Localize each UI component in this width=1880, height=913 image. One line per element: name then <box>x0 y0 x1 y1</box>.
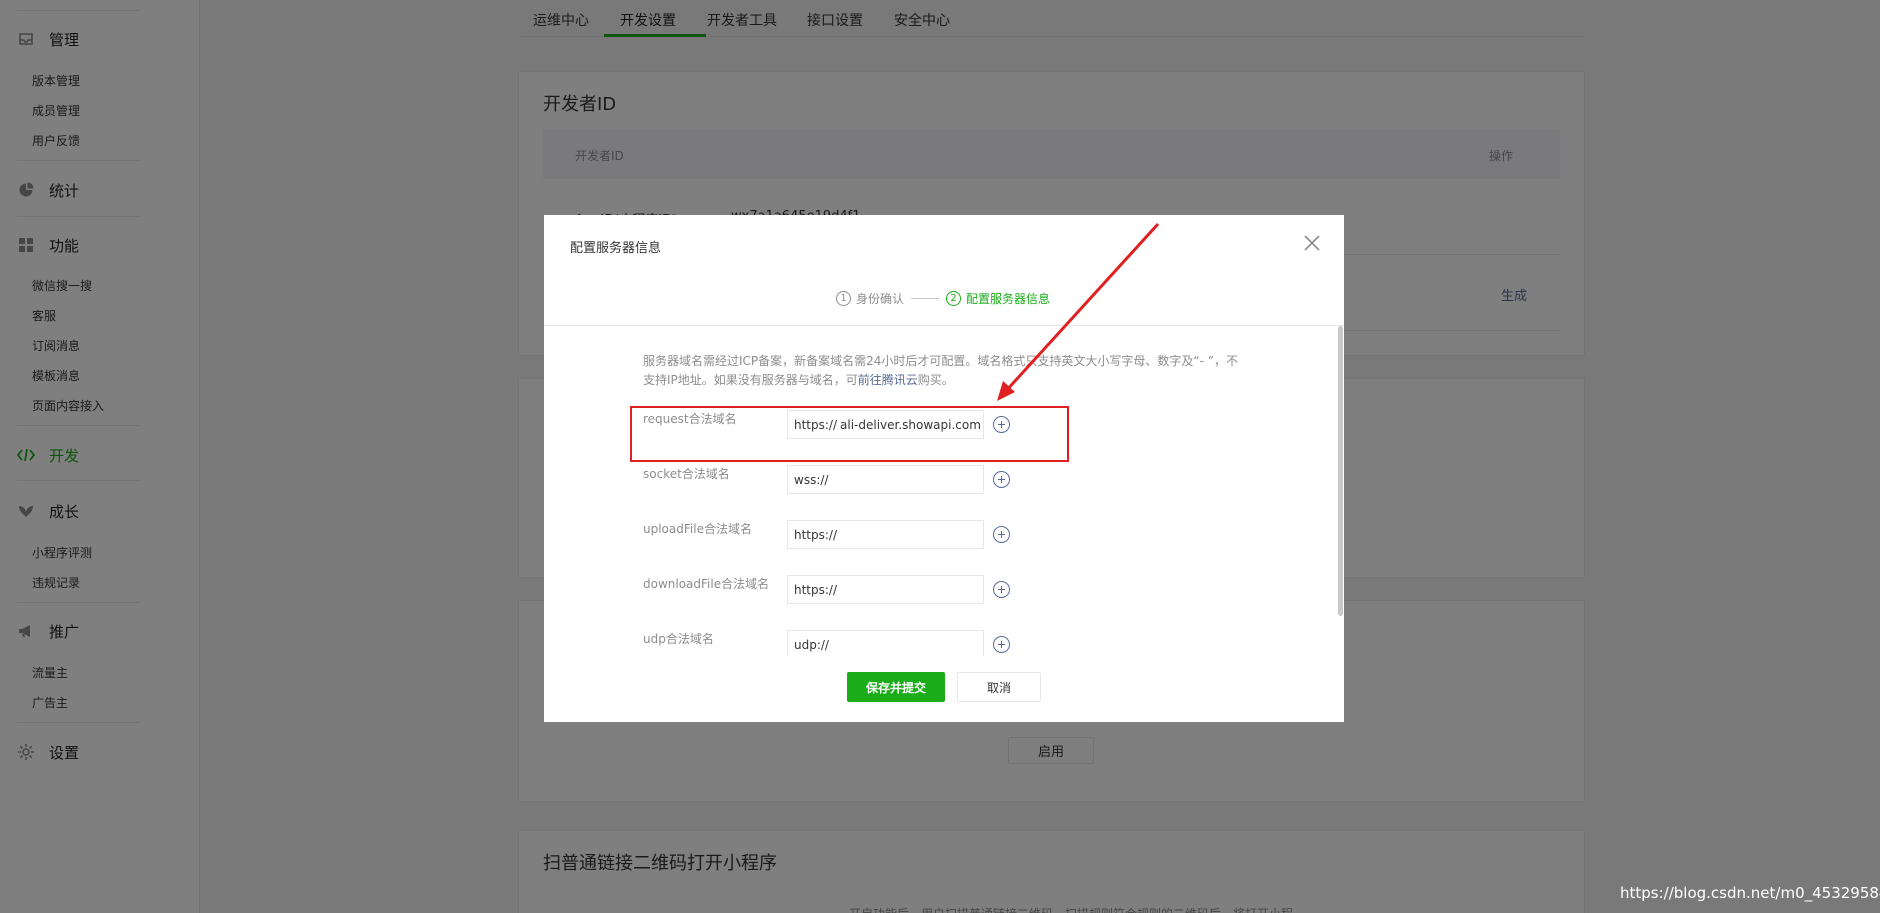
step-server-config: 2 配置服务器信息 <box>946 290 1050 307</box>
form-label: downloadFile合法域名 <box>643 577 770 591</box>
input-prefix: wss:// <box>794 472 829 487</box>
step-indicator: 1 身份确认 2 配置服务器信息 <box>836 290 1050 307</box>
input-prefix: https:// <box>794 527 838 542</box>
input-prefix: https:// <box>794 582 838 597</box>
step-label: 身份确认 <box>856 292 905 306</box>
upload-domain-input[interactable]: https:// <box>787 520 984 549</box>
socket-domain-row: socket合法域名 wss:// <box>643 461 1043 494</box>
download-domain-row: downloadFile合法域名 https:// <box>643 571 1043 604</box>
udp-domain-input[interactable]: udp:// <box>787 630 984 656</box>
save-submit-button[interactable]: 保存并提交 <box>847 672 945 702</box>
input-prefix: udp:// <box>794 637 829 652</box>
step-number: 1 <box>836 291 851 306</box>
watermark-text: https://blog.csdn.net/m0_45329584 <box>1620 884 1880 902</box>
add-download-domain-button[interactable] <box>993 581 1010 598</box>
form-label: socket合法域名 <box>643 467 730 481</box>
form-label: uploadFile合法域名 <box>643 522 752 536</box>
udp-domain-row: udp合法域名 udp:// <box>643 626 1043 656</box>
dialog-scrollbar[interactable] <box>1338 326 1343 616</box>
add-udp-domain-button[interactable] <box>993 636 1010 653</box>
step-label: 配置服务器信息 <box>966 292 1051 306</box>
download-domain-input[interactable]: https:// <box>787 575 984 604</box>
form-label: udp合法域名 <box>643 632 714 646</box>
step-identity: 1 身份确认 <box>836 290 904 307</box>
dialog-body: 服务器域名需经过ICP备案，新备案域名需24小时后才可配置。域名格式只支持英文大… <box>544 326 1344 656</box>
add-upload-domain-button[interactable] <box>993 526 1010 543</box>
dialog-title: 配置服务器信息 <box>570 241 662 256</box>
step-connector <box>911 298 940 299</box>
domain-notice: 服务器域名需经过ICP备案，新备案域名需24小时后才可配置。域名格式只支持英文大… <box>643 352 1243 390</box>
tencent-cloud-link[interactable]: 前往腾讯云 <box>858 373 918 387</box>
upload-domain-row: uploadFile合法域名 https:// <box>643 516 1043 549</box>
close-icon[interactable] <box>1300 231 1324 255</box>
notice-text-end: 购买。 <box>917 373 954 387</box>
step-number: 2 <box>946 291 962 306</box>
config-server-dialog: 配置服务器信息 1 身份确认 2 配置服务器信息 服务器域名需经过ICP备案，新… <box>544 215 1344 722</box>
socket-domain-input[interactable]: wss:// <box>787 465 984 494</box>
cancel-button[interactable]: 取消 <box>957 672 1041 702</box>
add-socket-domain-button[interactable] <box>993 471 1010 488</box>
annotation-highlight-box <box>630 406 1069 462</box>
